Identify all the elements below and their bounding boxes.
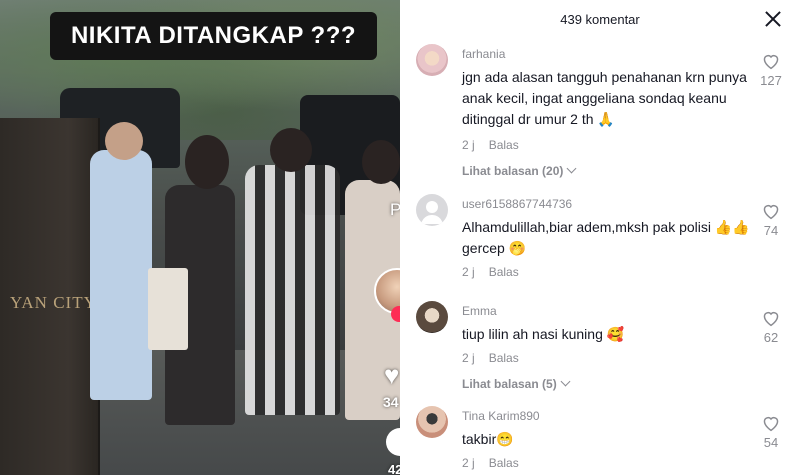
person-head <box>185 135 229 189</box>
comment-time: 2 j <box>462 456 475 470</box>
comment-username[interactable]: Tina Karim890 <box>462 409 540 423</box>
comment-like-count: 54 <box>763 435 779 450</box>
comment-like[interactable]: 127 <box>758 52 784 88</box>
view-replies-button[interactable]: Lihat balasan (20) <box>462 163 577 178</box>
person <box>245 165 340 415</box>
building-sign: YAN CITY <box>0 118 100 475</box>
comment-time: 2 j <box>462 265 475 279</box>
chevron-down-icon <box>566 163 577 174</box>
reply-button[interactable]: Balas <box>489 456 519 470</box>
comment-meta: 2 j Balas <box>462 456 519 470</box>
comment-like-count: 62 <box>763 330 779 345</box>
comment-text: takbir😁 <box>462 431 514 447</box>
video-title-text: NIKITA DITANGKAP ??? <box>70 22 357 49</box>
reply-button[interactable]: Balas <box>489 138 519 152</box>
comment-meta: 2 j Balas <box>462 138 519 152</box>
heart-outline-icon[interactable] <box>761 52 781 70</box>
like-icon[interactable]: ♥ <box>384 360 399 391</box>
follow-button[interactable] <box>391 306 400 322</box>
sign-text: YAN CITY <box>10 293 97 312</box>
comment-username[interactable]: farhania <box>462 47 505 61</box>
reply-button[interactable]: Balas <box>489 351 519 365</box>
comment-meta: 2 j Balas <box>462 265 519 279</box>
default-avatar-icon <box>421 201 443 224</box>
person <box>90 150 152 400</box>
heart-outline-icon[interactable] <box>761 414 781 432</box>
avatar[interactable] <box>416 406 448 438</box>
comment-time: 2 j <box>462 138 475 152</box>
comment-username[interactable]: user6158867744736 <box>462 197 572 211</box>
comment-count: 42 <box>388 462 400 475</box>
side-letter: P <box>390 200 400 219</box>
comment-like[interactable]: 54 <box>758 414 784 450</box>
avatar[interactable] <box>416 44 448 76</box>
avatar[interactable] <box>416 194 448 226</box>
person-head <box>105 122 143 160</box>
comments-count-title: 439 komentar <box>560 12 640 27</box>
heart-outline-icon[interactable] <box>761 202 781 220</box>
comment-username[interactable]: Emma <box>462 304 497 318</box>
comments-panel: 439 komentar farhania jgn ada alasan tan… <box>400 0 800 475</box>
comment-time: 2 j <box>462 351 475 365</box>
comment-like[interactable]: 74 <box>758 202 784 238</box>
comment-like-count: 74 <box>763 223 779 238</box>
person-head <box>362 140 400 184</box>
person-head <box>270 128 312 172</box>
comment-meta: 2 j Balas <box>462 351 519 365</box>
view-replies-label: Lihat balasan (20) <box>462 164 564 178</box>
comment-text: Alhamdulillah,biar adem,mksh pak polisi … <box>462 219 750 256</box>
avatar[interactable] <box>416 301 448 333</box>
comment-like-count: 127 <box>760 73 782 88</box>
heart-outline-icon[interactable] <box>761 309 781 327</box>
comments-header: 439 komentar <box>400 0 800 38</box>
comment-text: jgn ada alasan tangguh penahanan krn pun… <box>462 69 747 127</box>
like-count: 34 <box>383 394 399 410</box>
close-icon[interactable] <box>762 8 784 30</box>
comment-like[interactable]: 62 <box>758 309 784 345</box>
video-title-overlay: NIKITA DITANGKAP ??? <box>50 12 377 60</box>
shopping-bag <box>148 268 188 350</box>
view-replies-label: Lihat balasan (5) <box>462 377 557 391</box>
video-player[interactable]: YAN CITY NIKITA DITANGKAP ??? P ♥ 34 42 <box>0 0 400 475</box>
comment-text: tiup lilin ah nasi kuning 🥰 <box>462 326 625 342</box>
reply-button[interactable]: Balas <box>489 265 519 279</box>
view-replies-button[interactable]: Lihat balasan (5) <box>462 376 571 391</box>
chevron-down-icon <box>560 376 571 387</box>
